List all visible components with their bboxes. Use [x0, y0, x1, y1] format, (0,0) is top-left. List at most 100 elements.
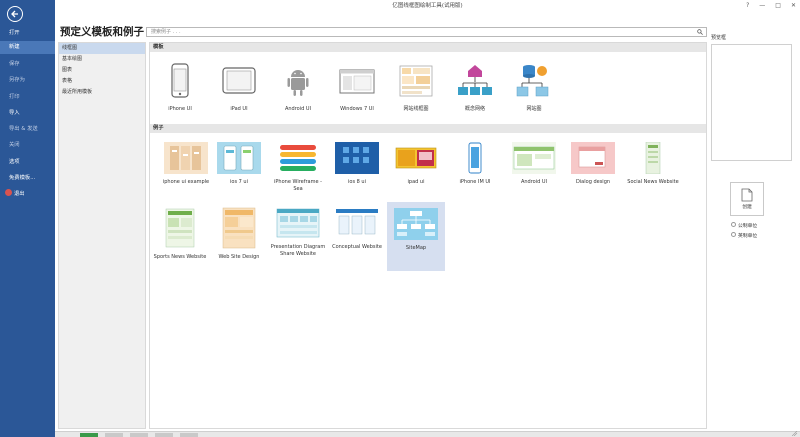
example-iphone-im-ui[interactable]: iPhone IM UI: [446, 142, 504, 186]
example-label: iPhone IM UI: [459, 179, 491, 185]
example-ios8-ui[interactable]: ios 8 ui: [328, 142, 386, 186]
window-controls: ? — □ ✕: [746, 0, 796, 12]
sidebar-item-save[interactable]: 保存: [0, 58, 55, 71]
example-label: Social News Website: [627, 179, 679, 185]
example-thumbnail: [453, 142, 497, 174]
example-thumbnail: [631, 141, 675, 175]
category-item-basic-drawing[interactable]: 基本绘图: [59, 54, 145, 65]
ipad-icon: [222, 67, 256, 94]
sidebar-item-close[interactable]: 关闭: [0, 139, 55, 152]
example-thumbnail: [158, 207, 202, 249]
template-label: 网站线框图: [403, 106, 429, 112]
template-concept-network[interactable]: 概念网络: [446, 61, 504, 113]
sidebar-item-options[interactable]: 选项: [0, 156, 55, 169]
help-button[interactable]: ?: [746, 0, 749, 12]
example-thumbnail: [276, 142, 320, 174]
example-web-site-design[interactable]: Web Site Design: [210, 207, 268, 261]
template-label: Android UI: [284, 106, 312, 112]
example-thumbnail: [394, 208, 438, 240]
example-label: ios 8 ui: [348, 179, 366, 185]
example-thumbnail: [276, 207, 320, 239]
template-website-wireframe[interactable]: 网站线框图: [387, 61, 445, 113]
example-label: Dialog design: [575, 179, 611, 185]
new-document-icon: [741, 188, 753, 202]
metric-units-label: 公制单位: [738, 224, 758, 229]
concept-network-icon: [458, 65, 492, 95]
template-windows7-ui[interactable]: Windows 7 UI: [328, 61, 386, 113]
example-ios7-ui[interactable]: ios 7 ui: [210, 142, 268, 186]
category-item-tables[interactable]: 表格: [59, 76, 145, 87]
search-input[interactable]: 搜索例子 . . .: [146, 27, 707, 37]
example-sitemap[interactable]: SiteMap: [387, 202, 445, 271]
taskbar-app[interactable]: [130, 433, 148, 437]
website-map-icon: [516, 65, 549, 97]
taskbar-strip: [55, 431, 800, 437]
website-wireframe-icon: [399, 65, 433, 97]
minimize-button[interactable]: —: [759, 0, 765, 12]
radio-icon: [731, 222, 736, 227]
sidebar-item-new[interactable]: 新建: [0, 41, 55, 54]
template-label: Windows 7 UI: [340, 106, 374, 112]
taskbar-app[interactable]: [80, 433, 98, 437]
category-item-recent-templates[interactable]: 最近所用模板: [59, 87, 145, 98]
taskbar-app[interactable]: [155, 433, 173, 437]
template-iphone-ui[interactable]: iPhone UI: [151, 61, 209, 113]
sidebar-item-import[interactable]: 导入: [0, 107, 55, 120]
close-button[interactable]: ✕: [791, 0, 796, 12]
category-item-charts[interactable]: 图表: [59, 65, 145, 76]
sidebar-item-open[interactable]: 打开: [0, 27, 55, 40]
example-label: iPhone Wireframe - Sea: [274, 179, 322, 192]
radio-icon: [731, 232, 736, 237]
backstage-sidebar: 打开 新建 保存 另存为 打印 导入 导出 & 发送 关闭 选项 免费模板...…: [0, 0, 55, 437]
page-title: 预定义模板和例子: [60, 26, 144, 38]
example-label: Web Site Design: [218, 254, 260, 260]
maximize-button[interactable]: □: [775, 0, 781, 12]
example-thumbnail: [335, 207, 379, 239]
example-iphone-ui-example[interactable]: iphone ui example: [157, 142, 215, 186]
arrow-left-icon: [11, 10, 18, 18]
example-thumbnail: [571, 142, 615, 174]
example-iphone-wireframe-sea[interactable]: iPhone Wireframe - Sea: [269, 142, 327, 192]
template-website-map[interactable]: 网站图: [505, 61, 563, 113]
search-placeholder: 搜索例子 . . .: [151, 29, 181, 35]
create-button[interactable]: 创建: [730, 182, 764, 216]
metric-units-radio[interactable]: 公制单位: [731, 222, 758, 230]
examples-section-header: 例子: [150, 124, 706, 133]
search-icon[interactable]: [697, 29, 703, 35]
example-label: Android UI: [520, 179, 548, 185]
template-label: 网站图: [526, 106, 542, 112]
sidebar-item-free-templates[interactable]: 免费模板...: [0, 172, 55, 185]
create-button-label: 创建: [742, 205, 752, 210]
template-label: 概念网络: [464, 106, 485, 112]
template-label: iPad UI: [230, 106, 248, 112]
example-presentation-diagram-share-website[interactable]: Presentation Diagram Share Website: [269, 207, 327, 257]
example-thumbnail: [394, 142, 438, 174]
template-label: iPhone UI: [168, 106, 192, 112]
taskbar-app[interactable]: [105, 433, 123, 437]
window-icon: [339, 69, 375, 94]
example-social-news-website[interactable]: Social News Website: [624, 141, 682, 186]
resize-grip-icon[interactable]: [792, 431, 798, 436]
template-gallery: 模板 iPhone UI iPad UI Android UI Windows …: [149, 42, 707, 429]
example-android-ui[interactable]: Android UI: [505, 142, 563, 186]
example-sports-news-website[interactable]: Sports News Website: [151, 207, 209, 261]
imperial-units-radio[interactable]: 英制单位: [731, 232, 758, 240]
sidebar-item-exit-label: 退出: [14, 191, 25, 197]
imperial-units-label: 英制单位: [738, 234, 758, 239]
template-android-ui[interactable]: Android UI: [269, 61, 327, 113]
back-button[interactable]: [7, 6, 23, 22]
example-dialog-design[interactable]: Dialog design: [564, 142, 622, 186]
preview-box: [711, 44, 792, 161]
sidebar-item-save-as[interactable]: 另存为: [0, 74, 55, 87]
taskbar-app[interactable]: [180, 433, 198, 437]
iphone-icon: [171, 63, 189, 98]
example-ipad-ui[interactable]: ipad ui: [387, 142, 445, 186]
sidebar-item-export-send[interactable]: 导出 & 发送: [0, 123, 55, 136]
exit-icon: [5, 189, 12, 196]
sidebar-item-print[interactable]: 打印: [0, 91, 55, 104]
template-ipad-ui[interactable]: iPad UI: [210, 61, 268, 113]
sidebar-item-exit[interactable]: 退出: [0, 188, 55, 201]
preview-title: 预览框: [711, 35, 727, 41]
category-item-wireframe[interactable]: 线框图: [59, 43, 145, 54]
example-conceptual-website[interactable]: Conceptual Website: [328, 207, 386, 251]
